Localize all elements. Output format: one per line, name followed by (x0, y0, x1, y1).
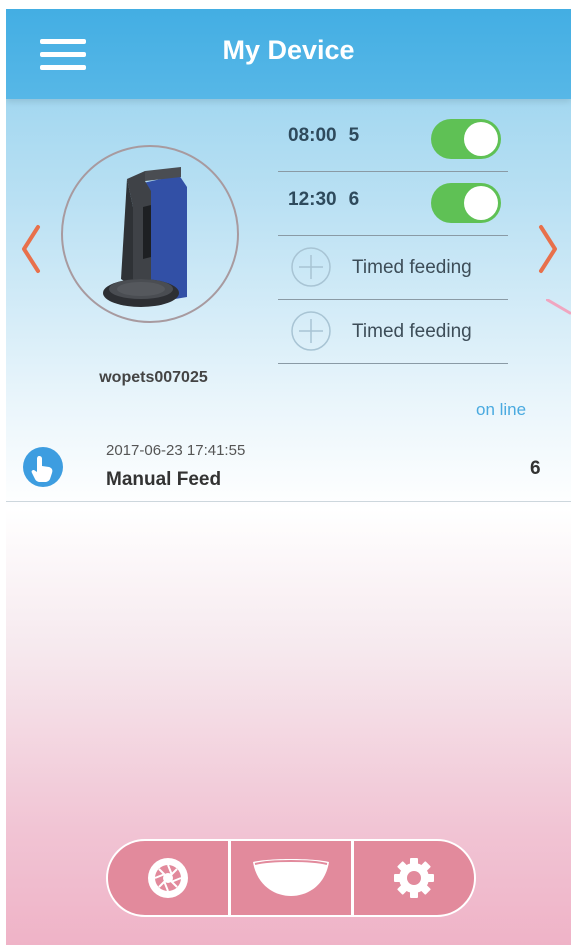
schedule-time: 12:30 (288, 189, 337, 210)
chevron-left-icon[interactable] (16, 219, 46, 279)
feed-timestamp: 2017-06-23 17:41:55 (106, 442, 246, 459)
gear-icon (394, 858, 434, 898)
add-timed-feeding-row[interactable]: Timed feeding (278, 235, 508, 300)
feed-type: Manual Feed (106, 469, 222, 490)
feed-amount: 6 (530, 458, 541, 479)
pet-feeder-device (103, 167, 187, 307)
settings-button[interactable] (351, 841, 474, 915)
schedule-portions: 6 (348, 189, 360, 210)
app-screen: My Device wopets007025 08:00 5 12:30 6 T… (6, 9, 571, 945)
camera-aperture-icon (148, 858, 188, 898)
schedule-row[interactable]: 08:00 5 (278, 107, 508, 172)
schedule-time: 08:00 (288, 125, 337, 146)
toggle-knob (464, 122, 498, 156)
plus-circle-icon[interactable] (290, 246, 332, 288)
device-avatar[interactable] (61, 145, 239, 323)
add-timed-feeding-row[interactable]: Timed feeding (278, 299, 508, 364)
schedule-toggle[interactable] (431, 183, 501, 223)
decorative-stroke (546, 299, 571, 315)
toggle-knob (464, 186, 498, 220)
feed-bowl-button[interactable] (228, 841, 351, 915)
hand-tap-icon (23, 447, 63, 487)
feed-log-item[interactable]: 2017-06-23 17:41:55 Manual Feed 6 (6, 431, 571, 502)
add-timed-feeding-label: Timed feeding (352, 257, 472, 278)
bowl-icon (253, 859, 329, 896)
chevron-right-icon[interactable] (533, 219, 563, 279)
add-timed-feeding-label: Timed feeding (352, 321, 472, 342)
header-bar: My Device (6, 9, 571, 99)
device-status: on line (476, 400, 527, 419)
camera-button[interactable] (108, 841, 228, 915)
schedule-row[interactable]: 12:30 6 (278, 171, 508, 236)
page-title: My Device (222, 35, 355, 65)
device-name: wopets007025 (99, 369, 208, 386)
schedule-toggle[interactable] (431, 119, 501, 159)
bottom-action-bar (106, 839, 476, 917)
plus-circle-icon[interactable] (290, 310, 332, 352)
schedule-portions: 5 (348, 125, 360, 146)
